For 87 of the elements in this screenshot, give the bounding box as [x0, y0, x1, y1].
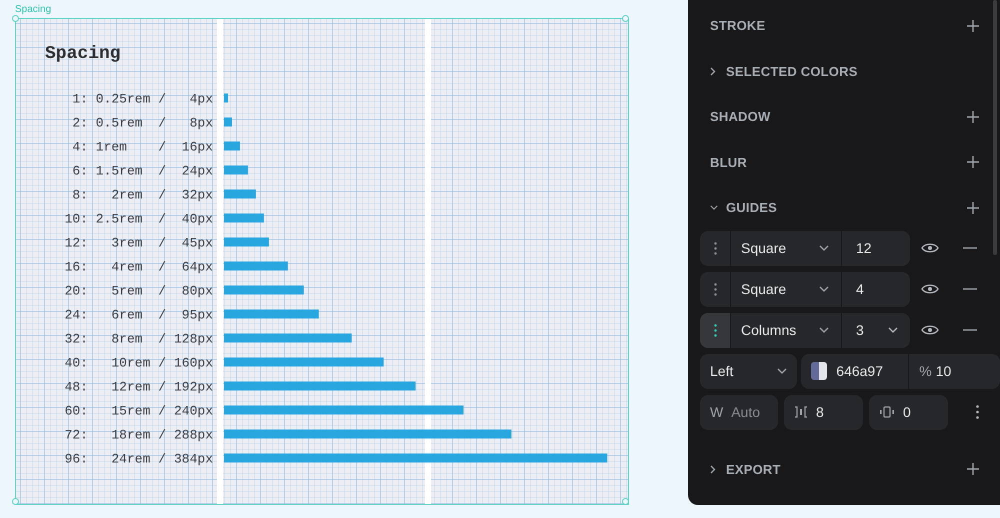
spacing-label: 20: 5rem / — [64, 284, 166, 298]
chevron-down-icon[interactable] — [819, 286, 829, 292]
eye-icon[interactable] — [921, 324, 939, 336]
chevron-down-icon[interactable] — [819, 245, 829, 251]
value-label: 128px — [174, 332, 213, 346]
spacing-label: 6: 1.5rem / — [72, 164, 166, 178]
value-label: 64px — [182, 260, 213, 274]
section-title[interactable]: SELECTED COLORS — [726, 64, 980, 79]
value-label: 384px — [174, 452, 213, 466]
value-label: 32px — [182, 188, 213, 202]
guide-size-field[interactable]: 4 — [842, 272, 910, 306]
spacing-bar — [224, 262, 288, 270]
value-label: 160px — [174, 356, 213, 370]
gutter-field[interactable]: 8 — [784, 394, 863, 430]
value-label: 45px — [182, 236, 213, 250]
color-swatch[interactable] — [811, 362, 828, 380]
color-field[interactable]: 646a97 % 10 — [801, 354, 1000, 388]
spacing-label: 32: 8rem / — [64, 332, 166, 346]
spacing-label: 24: 6rem / — [64, 308, 166, 322]
chevron-down-icon[interactable] — [710, 205, 718, 210]
section-title[interactable]: SHADOW — [710, 109, 966, 124]
more-icon[interactable] — [976, 405, 978, 419]
value-label: 192px — [174, 380, 213, 394]
section-title[interactable]: GUIDES — [726, 200, 966, 216]
guide-handle[interactable] — [700, 312, 731, 348]
drag-handle-icon[interactable] — [714, 324, 716, 336]
section-title[interactable]: EXPORT — [726, 462, 966, 477]
spacing-label: 2: 0.5rem / — [72, 116, 166, 130]
spacing-label: 12: 3rem / — [64, 236, 166, 250]
value-label: 240px — [174, 404, 213, 418]
spacing-label: 16: 4rem / — [64, 260, 166, 274]
guide-type-select[interactable]: Square — [731, 272, 842, 306]
value-label: 95px — [182, 308, 213, 322]
value-label: 8px — [190, 116, 213, 130]
spacing-label: 1: 0.25rem / — [72, 92, 166, 106]
chevron-right-icon[interactable] — [710, 66, 716, 76]
spacing-bar — [224, 214, 264, 222]
resize-handle[interactable] — [12, 498, 19, 505]
eye-icon[interactable] — [921, 242, 939, 254]
value-label: 24px — [182, 164, 213, 178]
value-label: 288px — [174, 428, 213, 442]
value-label: 80px — [182, 284, 213, 298]
gutter-icon — [794, 406, 808, 418]
value-label: 40px — [182, 212, 213, 226]
eye-icon[interactable] — [921, 283, 939, 295]
resize-handle[interactable] — [12, 15, 19, 22]
add-icon[interactable] — [966, 155, 980, 170]
drag-handle-icon[interactable] — [714, 242, 716, 254]
section-title[interactable]: STROKE — [710, 18, 966, 34]
spacing-label: 10: 2.5rem / — [64, 212, 166, 226]
guide-size-select[interactable]: 3 — [842, 312, 910, 348]
chevron-down-icon[interactable] — [777, 368, 788, 374]
guide-type-select[interactable]: Square — [731, 230, 842, 266]
chevron-down-icon[interactable] — [888, 327, 898, 333]
spacing-bar — [224, 238, 269, 246]
spacing-bar — [224, 142, 240, 150]
guide-size-field[interactable]: 12 — [842, 230, 910, 266]
drag-handle-icon[interactable] — [714, 282, 716, 296]
section-title[interactable]: BLUR — [710, 154, 966, 170]
spacing-bar — [224, 118, 232, 126]
board-title: Spacing — [45, 44, 121, 64]
add-icon[interactable] — [966, 462, 980, 476]
add-icon[interactable] — [966, 18, 980, 33]
width-field[interactable]: W Auto — [700, 394, 778, 430]
spacing-label: 40: 10rem / — [64, 356, 166, 370]
value-label: 16px — [182, 140, 213, 154]
add-icon[interactable] — [966, 110, 980, 124]
align-select[interactable]: Left — [700, 354, 798, 388]
spacing-label: 8: 2rem / — [72, 188, 166, 202]
spacing-label: 96: 24rem / — [64, 452, 166, 466]
value-label: 4px — [190, 92, 213, 106]
scrollbar[interactable] — [993, 0, 997, 255]
spacing-bar — [224, 94, 228, 102]
chevron-right-icon[interactable] — [710, 464, 716, 474]
spacing-bar — [224, 190, 256, 198]
guide-type-select[interactable]: Columns — [731, 312, 842, 348]
resize-handle[interactable] — [622, 15, 629, 22]
spacing-label: 4: 1rem / — [72, 140, 166, 154]
chevron-down-icon[interactable] — [819, 327, 829, 333]
spacing-bar — [224, 166, 248, 174]
spacing-label: 60: 15rem / — [64, 404, 166, 418]
add-icon[interactable] — [966, 200, 980, 215]
margin-field[interactable]: 0 — [869, 394, 948, 430]
resize-handle[interactable] — [622, 498, 629, 505]
spacing-label: 72: 18rem / — [64, 428, 166, 442]
margin-icon — [879, 406, 895, 418]
spacing-label: 48: 12rem / — [64, 380, 166, 394]
